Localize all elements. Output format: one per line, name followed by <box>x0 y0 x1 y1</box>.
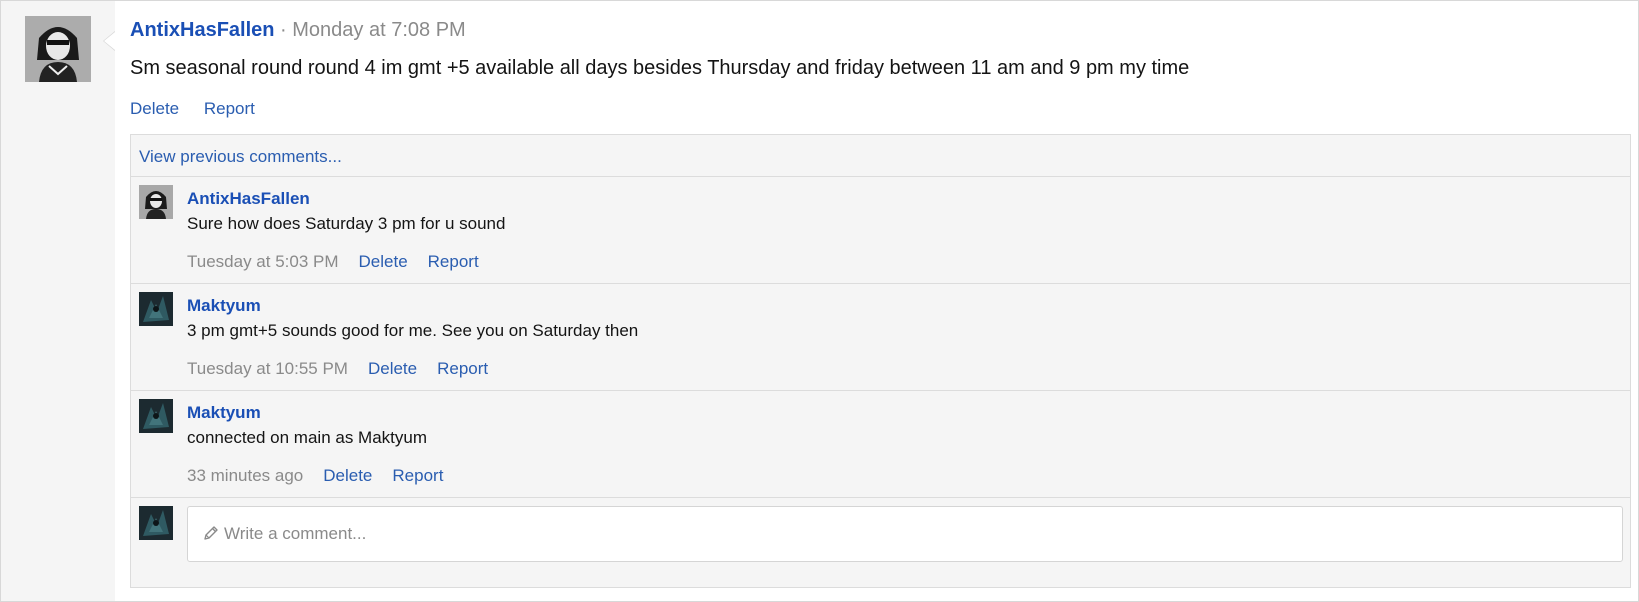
comment-item: Maktyum connected on main as Maktyum 33 … <box>131 390 1630 497</box>
comment-meta: Tuesday at 5:03 PM Delete Report <box>187 252 499 272</box>
comment-item: Maktyum 3 pm gmt+5 sounds good for me. S… <box>131 283 1630 390</box>
comment-composer[interactable] <box>187 506 1623 562</box>
comment-report-link[interactable]: Report <box>437 359 488 378</box>
comment-timestamp[interactable]: 33 minutes ago <box>187 466 303 485</box>
comment-timestamp[interactable]: Tuesday at 5:03 PM <box>187 252 339 271</box>
comment-author-link[interactable]: AntixHasFallen <box>187 189 310 209</box>
post-author-link[interactable]: AntixHasFallen <box>130 19 274 41</box>
comment-delete-link[interactable]: Delete <box>368 359 417 378</box>
comment-item: AntixHasFallen Sure how does Saturday 3 … <box>131 176 1630 283</box>
comment-report-link[interactable]: Report <box>428 252 479 271</box>
comment-text: connected on main as Maktyum <box>187 428 428 447</box>
comment-text: 3 pm gmt+5 sounds good for me. See you o… <box>187 321 639 340</box>
post-actions: Delete Report <box>130 99 275 119</box>
current-user-avatar <box>139 506 173 540</box>
comment-author-avatar[interactable] <box>139 292 173 326</box>
comment-author-link[interactable]: Maktyum <box>187 296 261 316</box>
comment-composer-row <box>131 497 1630 587</box>
post-timestamp[interactable]: Monday at 7:08 PM <box>292 19 465 41</box>
avatar-rail <box>1 1 115 601</box>
post-delete-link[interactable]: Delete <box>130 99 179 118</box>
pencil-icon <box>202 524 220 542</box>
post-message: Sm seasonal round round 4 im gmt +5 avai… <box>130 57 1190 79</box>
comment-text: Sure how does Saturday 3 pm for u sound <box>187 214 506 233</box>
comment-author-link[interactable]: Maktyum <box>187 403 261 423</box>
comment-author-avatar[interactable] <box>139 399 173 433</box>
speech-pointer <box>103 31 115 51</box>
comment-report-link[interactable]: Report <box>392 466 443 485</box>
view-previous-comments-link[interactable]: View previous comments... <box>139 147 342 167</box>
post-separator: · <box>274 19 293 41</box>
post-author-avatar[interactable] <box>25 16 91 82</box>
comments-panel: View previous comments... AntixHasFallen… <box>130 134 1631 588</box>
comment-meta: Tuesday at 10:55 PM Delete Report <box>187 359 508 379</box>
comment-delete-link[interactable]: Delete <box>323 466 372 485</box>
comment-meta: 33 minutes ago Delete Report <box>187 466 463 486</box>
comment-delete-link[interactable]: Delete <box>359 252 408 271</box>
comment-author-avatar[interactable] <box>139 185 173 219</box>
comment-input[interactable] <box>224 507 1604 561</box>
post-container: AntixHasFallen · Monday at 7:08 PM Sm se… <box>0 0 1639 602</box>
post-report-link[interactable]: Report <box>204 99 255 118</box>
comment-timestamp[interactable]: Tuesday at 10:55 PM <box>187 359 348 378</box>
post-header: AntixHasFallen · Monday at 7:08 PM <box>130 19 466 42</box>
